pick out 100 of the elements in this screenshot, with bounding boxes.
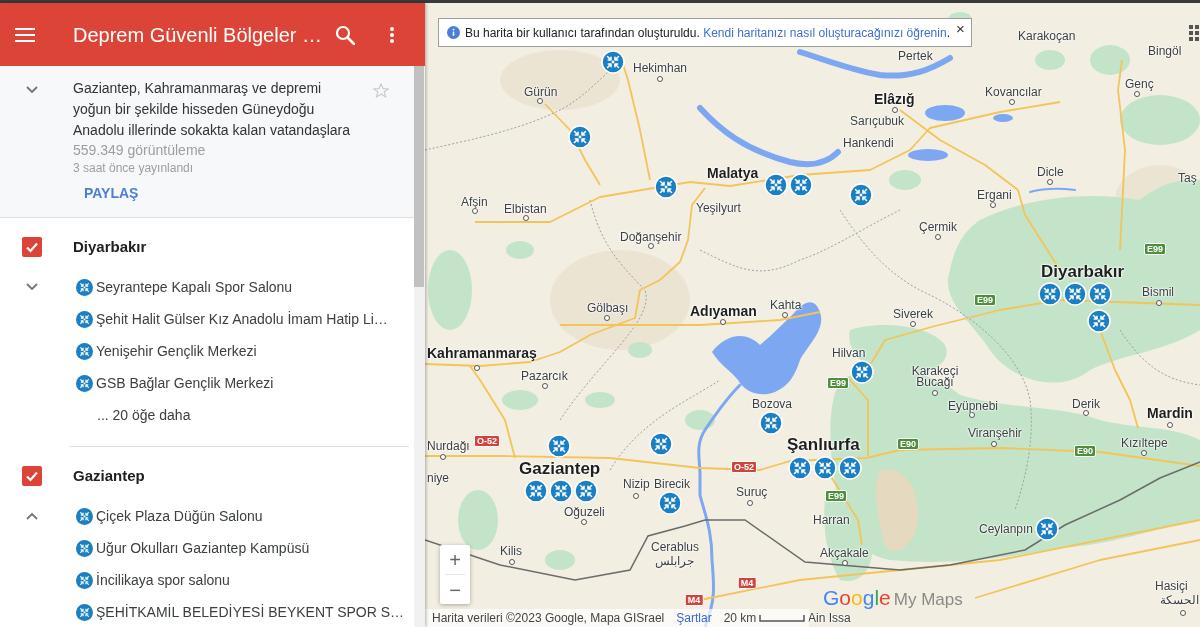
map-marker-icon[interactable] <box>1038 282 1062 306</box>
zoom-out-button[interactable]: − <box>440 575 470 604</box>
town-dot-icon <box>720 319 726 325</box>
town-label: Ergani <box>977 189 1012 201</box>
apps-grid-icon[interactable] <box>1189 25 1200 41</box>
map-marker-icon[interactable] <box>849 183 873 207</box>
map-marker-icon[interactable] <box>654 175 678 199</box>
road-sign: E99 <box>974 294 996 306</box>
town-dot-icon <box>537 98 543 104</box>
town-label: Hilvan <box>832 347 866 359</box>
search-icon[interactable] <box>335 24 355 45</box>
share-button[interactable]: PAYLAŞ <box>73 179 150 207</box>
town-label: Oğuzeli <box>564 506 605 518</box>
town-dot-icon <box>1156 300 1162 306</box>
town-label: Kızıltepe <box>1121 437 1168 449</box>
town-dot-icon <box>910 321 916 327</box>
road-sign: E99 <box>825 490 847 502</box>
google-my-maps-logo: Google My Maps <box>823 585 963 611</box>
town-label: Siverek <box>893 308 933 320</box>
inward-arrows-icon[interactable] <box>76 342 93 360</box>
menu-icon[interactable] <box>15 27 35 42</box>
lake <box>908 149 948 161</box>
town-dot-icon <box>969 412 975 418</box>
map-marker-icon[interactable] <box>764 173 788 197</box>
star-icon[interactable] <box>372 82 390 100</box>
map-marker-icon[interactable] <box>838 456 862 480</box>
map-marker-icon[interactable] <box>524 479 548 503</box>
map-marker-icon[interactable] <box>568 125 592 149</box>
more-options-icon[interactable] <box>390 26 394 43</box>
map-marker-icon[interactable] <box>547 434 571 458</box>
town-label: Hasiçi <box>1155 580 1188 592</box>
city-label: Adıyaman <box>690 304 757 318</box>
town-dot-icon <box>935 234 941 240</box>
layer-checkbox[interactable] <box>22 237 42 257</box>
map-marker-icon[interactable] <box>788 456 812 480</box>
map-marker-icon[interactable] <box>813 456 837 480</box>
map-marker-icon[interactable] <box>850 360 874 384</box>
map-marker-icon[interactable] <box>601 50 625 74</box>
layer-title: Diyarbakır <box>73 236 147 257</box>
inward-arrows-icon[interactable] <box>76 374 93 392</box>
town-label: Karakoçan <box>1018 30 1076 42</box>
map-marker-icon[interactable] <box>574 479 598 503</box>
inward-arrows-icon[interactable] <box>76 539 93 557</box>
chevron-down-icon[interactable] <box>26 283 38 291</box>
layer-checkbox[interactable] <box>22 466 42 486</box>
chevron-up-icon[interactable] <box>26 512 38 520</box>
inward-arrows-icon[interactable] <box>76 507 93 525</box>
town-dot-icon <box>990 202 996 208</box>
town-label: Çermik <box>919 221 957 233</box>
chevron-down-icon[interactable] <box>26 86 38 94</box>
map-marker-icon[interactable] <box>1035 517 1059 541</box>
inward-arrows-icon[interactable] <box>76 278 93 296</box>
scrollbar-thumb[interactable] <box>414 66 424 287</box>
town-dot-icon <box>604 315 610 321</box>
place-list-item[interactable]: Çiçek Plaza Düğün Salonu <box>96 505 263 527</box>
town-dot-icon <box>1047 179 1053 185</box>
map-marker-icon[interactable] <box>1063 282 1087 306</box>
place-list-item[interactable]: Uğur Okulları Gaziantep Kampüsü <box>96 537 310 559</box>
vegetation-area <box>502 390 538 410</box>
more-items-link[interactable]: ... 20 öğe daha <box>97 404 191 426</box>
place-list-item[interactable]: Seyrantepe Kapalı Spor Salonu <box>96 276 293 298</box>
place-list-item[interactable]: Şehit Halit Gülser Kız Anadolu İmam Hatip Li… <box>96 308 388 330</box>
vegetation-area <box>628 342 652 358</box>
map-marker-icon[interactable] <box>789 173 813 197</box>
inward-arrows-icon[interactable] <box>76 310 93 328</box>
map-marker-icon[interactable] <box>759 411 783 435</box>
terms-link[interactable]: Şartlar <box>676 609 712 627</box>
place-list-item[interactable]: Yenişehir Gençlik Merkezi <box>96 340 257 362</box>
town-label: جرابلس <box>655 555 694 567</box>
map-marker-icon[interactable] <box>1087 309 1111 333</box>
inward-arrows-icon[interactable] <box>76 603 93 621</box>
map-marker-icon[interactable] <box>658 491 682 515</box>
town-label: Nizip <box>623 478 650 490</box>
town-dot-icon <box>1141 450 1147 456</box>
map-marker-icon[interactable] <box>549 479 573 503</box>
map-marker-icon[interactable] <box>649 432 673 456</box>
town-dot-icon <box>1009 99 1015 105</box>
vegetation-area <box>685 410 715 430</box>
zoom-in-button[interactable]: + <box>440 545 470 574</box>
scale-label: 20 km <box>723 610 757 627</box>
town-dot-icon <box>542 383 548 389</box>
map-marker-icon[interactable] <box>1088 282 1112 306</box>
town-dot-icon <box>581 519 587 525</box>
town-label: Kahta <box>770 299 802 311</box>
inward-arrows-icon[interactable] <box>76 571 93 589</box>
road-sign: E90 <box>1074 445 1096 457</box>
city-label: Kahramanmaraş <box>427 346 537 360</box>
place-list-item[interactable]: ŞEHİTKAMİL BELEDİYESİ BEYKENT SPOR S… <box>96 601 405 623</box>
town-label: Genç <box>1125 78 1154 90</box>
close-button[interactable]: × <box>955 21 965 36</box>
town-label: Bismil <box>1142 286 1174 298</box>
town-label: Kilis <box>500 545 522 557</box>
city-label: Gaziantep <box>519 460 601 477</box>
vegetation-area <box>889 170 921 190</box>
place-list-item[interactable]: İncilikaya spor salonu <box>96 569 230 591</box>
lake <box>925 105 965 121</box>
town-label: Gölbaşı <box>587 302 629 314</box>
learn-more-link[interactable]: Kendi haritanızı nasıl oluşturacağınızı öğrenin <box>703 25 947 40</box>
town-dot-icon <box>474 365 480 371</box>
place-list-item[interactable]: GSB Bağlar Gençlik Merkezi <box>96 372 274 394</box>
